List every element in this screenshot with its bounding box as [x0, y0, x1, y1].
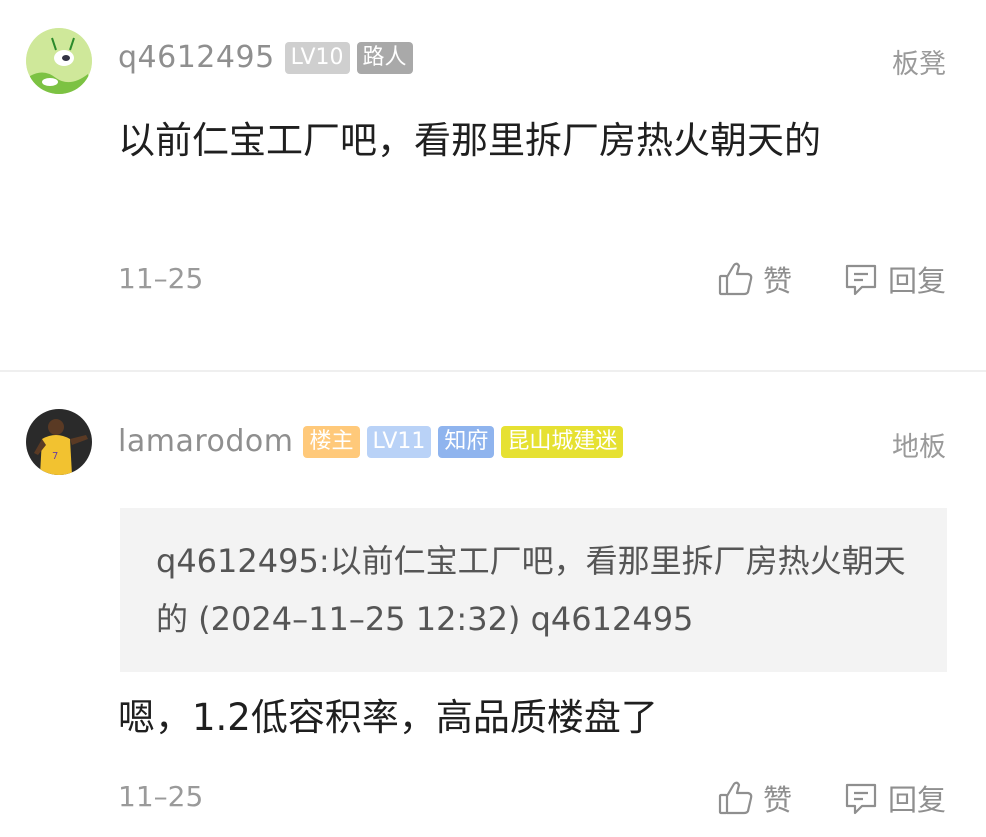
title-badge: 昆山城建迷 — [501, 425, 624, 458]
comment-text: 嗯，1.2低容积率，高品质楼盘了 — [118, 696, 658, 739]
owner-badge: 楼主 — [303, 425, 360, 458]
reply-button[interactable]: 回复 — [842, 258, 946, 300]
floor-label: 板凳 — [892, 49, 946, 80]
like-button[interactable]: 赞 — [717, 777, 792, 819]
user-row: q4612495 LV10 路人 — [118, 40, 413, 75]
reply-label: 回复 — [887, 264, 946, 298]
username[interactable]: q4612495 — [118, 40, 275, 75]
comment-bubble-icon — [842, 260, 880, 298]
thumbs-up-icon — [717, 260, 755, 298]
comment-item: 7 lamarodom 楼主 LV11 知府 昆山城建迷 地板 q4612495… — [0, 372, 986, 837]
reply-label: 回复 — [887, 783, 946, 817]
user-row: lamarodom 楼主 LV11 知府 昆山城建迷 — [118, 424, 624, 459]
like-label: 赞 — [762, 783, 792, 817]
comment-actions: 赞 回复 — [717, 777, 946, 819]
quoted-comment[interactable]: q4612495:以前仁宝工厂吧，看那里拆厂房热火朝天的 (2024–11–25… — [120, 508, 947, 672]
comment-text: 以前仁宝工厂吧，看那里拆厂房热火朝天的 — [118, 119, 821, 162]
level-badge: LV10 — [284, 41, 350, 74]
svg-text:7: 7 — [52, 451, 58, 462]
title-badge: 路人 — [356, 41, 413, 74]
comment-date: 11–25 — [118, 262, 204, 295]
level-badge: LV11 — [366, 425, 432, 458]
thumbs-up-icon — [717, 779, 755, 817]
comment-item: q4612495 LV10 路人 板凳 以前仁宝工厂吧，看那里拆厂房热火朝天的 … — [0, 0, 986, 370]
quote-text: q4612495:以前仁宝工厂吧，看那里拆厂房热火朝天的 (2024–11–25… — [156, 542, 906, 638]
comment-actions: 赞 回复 — [717, 258, 946, 300]
floor-label: 地板 — [892, 432, 946, 463]
like-label: 赞 — [762, 264, 792, 298]
comment-bubble-icon — [842, 779, 880, 817]
username[interactable]: lamarodom — [118, 424, 293, 459]
rank-badge: 知府 — [438, 425, 495, 458]
avatar[interactable]: 7 — [26, 409, 92, 475]
comment-date: 11–25 — [118, 780, 204, 813]
like-button[interactable]: 赞 — [717, 258, 792, 300]
avatar[interactable] — [26, 28, 92, 94]
reply-button[interactable]: 回复 — [842, 777, 946, 819]
